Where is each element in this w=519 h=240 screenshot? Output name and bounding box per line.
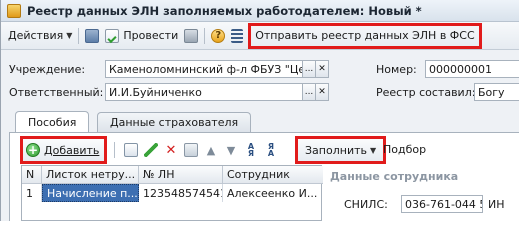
employee-section-title: Данные сотрудника (330, 170, 459, 183)
save-icon (85, 28, 100, 43)
number-field[interactable]: 000000001 (425, 60, 519, 78)
tab-benefits-label: Пособия (28, 116, 77, 129)
add-label: Добавить (44, 143, 100, 157)
edit-icon[interactable] (144, 143, 158, 157)
responsible-clear-button[interactable]: ✕ (315, 83, 329, 101)
list-settings-button[interactable] (228, 26, 246, 46)
composer-field[interactable]: Богу (474, 83, 519, 101)
snils-label: СНИЛС: (344, 198, 388, 211)
responsible-label: Ответственный: (9, 86, 104, 99)
add-button[interactable]: + Добавить (19, 136, 108, 164)
move-down-icon[interactable]: ▼ (224, 143, 238, 157)
actions-label: Действия (8, 29, 64, 42)
clear-icon: ✕ (318, 64, 326, 74)
sick-leave-cell[interactable]: Начисление п... (42, 184, 139, 202)
delete-icon[interactable]: ✕ (164, 143, 178, 158)
snils-value: 036-761-044 53 (405, 197, 482, 211)
tab-insurer-data-label: Данные страхователя (110, 116, 239, 129)
actions-menu[interactable]: Действия ▼ (5, 26, 75, 46)
select-label: Подбор (383, 143, 427, 156)
ellipsis-icon: ... (304, 87, 314, 97)
snils-field[interactable]: 036-761-044 53 (401, 195, 483, 213)
institution-label: Учреждение: (9, 63, 86, 76)
move-up-icon[interactable]: ▲ (204, 143, 218, 157)
save-button[interactable] (82, 26, 102, 46)
copy-icon[interactable] (124, 143, 138, 157)
chevron-down-icon: ▼ (66, 31, 73, 40)
ellipsis-icon: ... (304, 64, 314, 74)
delete-mark-icon[interactable] (184, 143, 198, 157)
help-icon: ? (211, 28, 226, 43)
post-document-icon (105, 28, 120, 43)
select-button[interactable]: Подбор (383, 143, 426, 156)
composer-value: Богу (478, 85, 505, 99)
chevron-down-icon: ▼ (369, 145, 377, 155)
print-icon (184, 28, 199, 43)
table-row[interactable]: 1 Начисление п... 123548574541 Алексеенк… (22, 166, 323, 204)
send-registry-label: Отправить реестр данных ЭЛН в ФСС (255, 29, 475, 42)
print-button[interactable] (181, 26, 201, 46)
row-number-cell: 1 (22, 184, 42, 202)
responsible-field[interactable]: И.И.Буйниченко (105, 83, 303, 101)
composer-label: Реестр составил: (376, 86, 476, 99)
window-title: Реестр данных ЭЛН заполняемых работодате… (27, 3, 422, 18)
row-actions-group: ✕ ▲ ▼ АЯ ЯА (111, 142, 278, 158)
number-label: Номер: (376, 63, 417, 76)
document-window: Реестр данных ЭЛН заполняемых работодате… (0, 0, 519, 221)
clear-icon: ✕ (318, 87, 326, 97)
send-registry-button[interactable]: Отправить реестр данных ЭЛН в ФСС (248, 22, 482, 49)
institution-clear-button[interactable]: ✕ (315, 60, 329, 78)
institution-value: Каменоломнинский ф-л ФБУЗ "Цен (109, 62, 303, 76)
post-label: Провести (123, 29, 179, 42)
fill-button[interactable]: Заполнить ▼ (294, 136, 387, 164)
benefits-table: N Листок нетру... № ЛН Сотрудник 1 Начис… (21, 165, 323, 221)
tab-benefits[interactable]: Пособия (15, 111, 90, 133)
toolbar-divider (204, 27, 206, 44)
document-icon (7, 3, 21, 18)
help-button[interactable]: ? (208, 26, 228, 46)
institution-field[interactable]: Каменоломнинский ф-л ФБУЗ "Цен (105, 60, 303, 78)
number-value: 000000001 (429, 62, 492, 76)
toolbar-divider (114, 142, 115, 158)
title-bar: Реестр данных ЭЛН заполняемых работодате… (1, 0, 519, 22)
inn-label: ИН (488, 198, 505, 211)
responsible-value: И.И.Буйниченко (109, 85, 202, 99)
employee-cell: Алексеенко И... (227, 186, 318, 200)
main-toolbar: Действия ▼ Провести ? Отправить реестр д… (1, 22, 519, 50)
toolbar-divider (78, 27, 80, 44)
tab-insurer-data[interactable]: Данные страхователя (97, 112, 252, 132)
responsible-select-button[interactable]: ... (302, 83, 316, 101)
ln-number-cell: 123548574541 (139, 184, 223, 202)
post-button[interactable]: Провести (102, 26, 181, 46)
fill-label: Заполнить (305, 143, 367, 157)
add-icon: + (26, 143, 40, 157)
institution-select-button[interactable]: ... (302, 60, 316, 78)
sort-descending-icon[interactable]: ЯА (264, 143, 278, 158)
list-icon (231, 28, 244, 43)
sort-ascending-icon[interactable]: АЯ (244, 143, 258, 158)
